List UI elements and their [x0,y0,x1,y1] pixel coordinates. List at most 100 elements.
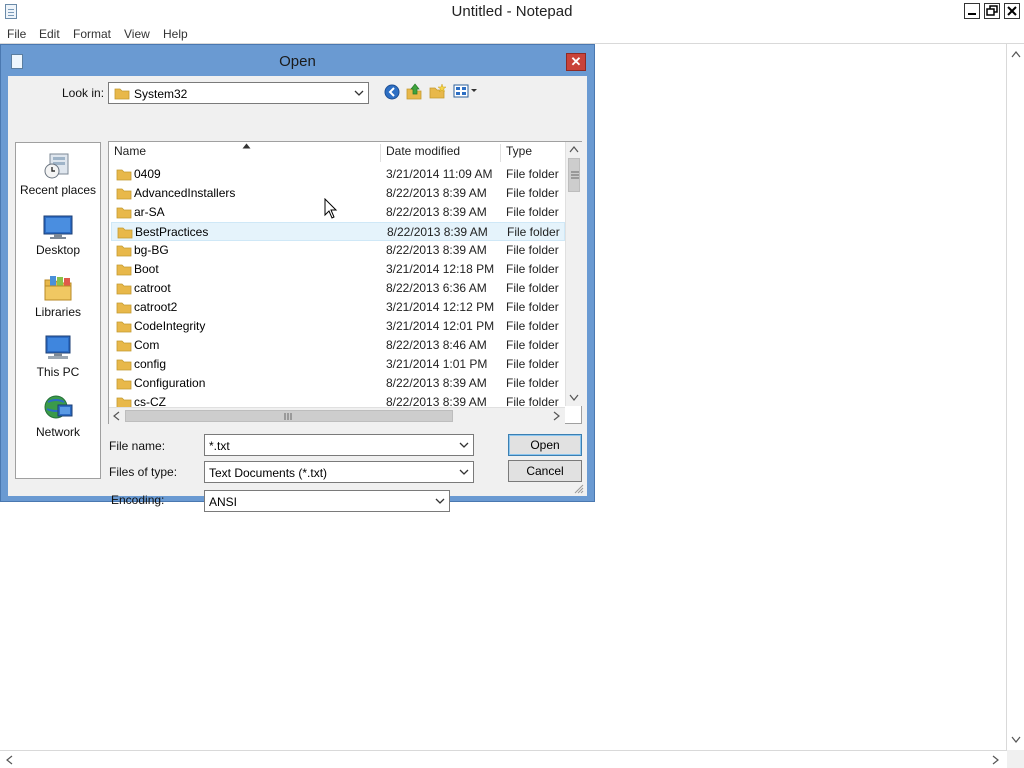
dialog-close-button[interactable]: ✕ [566,53,586,71]
file-date-cell: 3/21/2014 12:18 PM [386,262,495,276]
folder-icon [116,378,132,390]
file-row[interactable]: bg-BG 8/22/2013 8:39 AM File folder [111,241,565,260]
folder-icon [116,264,132,276]
menu-view[interactable]: View [124,25,150,43]
file-type-cell: File folder [506,205,559,219]
open-dialog: Open ✕ Look in: System32 Recent places D… [0,44,595,512]
file-row[interactable]: config 3/21/2014 1:01 PM File folder [111,355,565,374]
restore-button[interactable] [984,3,1000,19]
place-label: This PC [36,365,80,379]
folder-icon [116,207,132,219]
look-in-combo[interactable]: System32 [108,82,369,104]
menu-bar: File Edit Format View Help [0,24,1024,43]
look-in-label: Look in: [62,86,105,100]
chevron-down-icon [435,498,445,504]
column-divider[interactable] [380,144,381,162]
back-icon[interactable] [384,84,400,100]
folder-icon [116,188,132,200]
network-icon [44,395,73,419]
open-button[interactable]: Open [508,434,582,456]
file-type-cell: File folder [506,167,559,181]
folder-icon [116,169,132,181]
file-date-cell: 3/21/2014 12:12 PM [386,300,495,314]
file-row[interactable]: catroot 8/22/2013 6:36 AM File folder [111,279,565,298]
scroll-down-icon [569,394,579,401]
files-of-type-combo[interactable]: Text Documents (*.txt) [204,461,474,483]
column-header-type[interactable]: Type [506,144,566,164]
file-name-cell: catroot2 [134,300,178,314]
file-list-vertical-scrollbar[interactable] [565,142,582,406]
encoding-combo[interactable]: ANSI [204,490,450,512]
new-folder-icon[interactable] [429,83,446,99]
editor-vertical-scrollbar[interactable] [1006,44,1024,750]
resize-grip-icon[interactable] [574,484,584,494]
folder-icon [116,321,132,333]
file-list-horizontal-scrollbar[interactable] [109,407,565,424]
folder-icon [117,227,133,239]
scroll-right-icon [553,411,560,421]
file-name-cell: Boot [134,262,159,276]
column-divider[interactable] [500,144,501,162]
file-row[interactable]: catroot2 3/21/2014 12:12 PM File folder [111,298,565,317]
place-network[interactable]: Network [16,393,100,439]
place-recent-places[interactable]: Recent places [16,151,100,197]
look-in-value: System32 [134,87,188,101]
file-date-cell: 8/22/2013 8:39 AM [386,376,487,390]
menu-format[interactable]: Format [73,25,111,43]
file-type-cell: File folder [506,186,559,200]
sort-ascending-icon [242,143,251,149]
column-header-name[interactable]: Name [114,143,379,164]
folder-icon [116,359,132,371]
file-name-cell: 0409 [134,167,161,181]
close-icon [1007,6,1017,16]
minimize-icon [968,13,976,15]
file-row[interactable]: AdvancedInstallers 8/22/2013 8:39 AM File … [111,184,565,203]
file-date-cell: 3/21/2014 11:09 AM [386,167,493,181]
encoding-value: ANSI [209,495,238,509]
scroll-up-icon [569,146,579,153]
dialog-title: Open [279,53,316,70]
place-desktop[interactable]: Desktop [16,213,100,257]
file-list: Name Date modified Type 0409 3/21/2014 11… [108,141,582,424]
mouse-cursor-icon [324,198,338,219]
scroll-left-icon [6,755,13,765]
horizontal-scroll-thumb[interactable] [125,410,453,422]
file-row[interactable]: BestPractices 8/22/2013 8:39 AM File folde… [111,222,565,241]
menu-help[interactable]: Help [163,25,188,43]
file-row[interactable]: Boot 3/21/2014 12:18 PM File folder [111,260,565,279]
file-name-cell: catroot [134,281,171,295]
restore-icon [986,5,998,16]
vertical-scroll-thumb[interactable] [568,158,580,192]
folder-icon [116,340,132,352]
file-row[interactable]: CodeIntegrity 3/21/2014 12:01 PM File fold… [111,317,565,336]
file-row[interactable]: 0409 3/21/2014 11:09 AM File folder [111,165,565,184]
menu-edit[interactable]: Edit [39,25,60,43]
grip-icon [571,171,579,179]
menu-file[interactable]: File [7,25,26,43]
scroll-left-icon [113,411,120,421]
place-this-pc[interactable]: This PC [16,333,100,379]
scroll-up-icon [1011,51,1021,58]
place-label: Desktop [35,243,81,257]
close-window-button[interactable] [1004,3,1020,19]
file-row[interactable]: Com 8/22/2013 8:46 AM File folder [111,336,565,355]
minimize-button[interactable] [964,3,980,19]
encoding-label: Encoding: [111,493,165,507]
folder-icon [116,302,132,314]
file-name-cell: Com [134,338,160,352]
file-name-combo[interactable]: *.txt [204,434,474,456]
file-row[interactable]: ar-SA 8/22/2013 8:39 AM File folder [111,203,565,222]
column-header-date[interactable]: Date modified [386,144,496,164]
place-label: Recent places [19,183,97,197]
cancel-button[interactable]: Cancel [508,460,582,482]
file-type-cell: File folder [506,319,559,333]
chevron-down-icon [459,442,469,448]
editor-horizontal-scrollbar[interactable] [0,750,1007,768]
view-menu-button[interactable] [453,83,479,99]
file-type-cell: File folder [506,281,559,295]
up-folder-icon[interactable] [406,83,422,100]
place-libraries[interactable]: Libraries [16,273,100,319]
file-row[interactable]: Configuration 8/22/2013 8:39 AM File folde… [111,374,565,393]
file-date-cell: 8/22/2013 6:36 AM [386,281,487,295]
place-label: Network [35,425,80,439]
